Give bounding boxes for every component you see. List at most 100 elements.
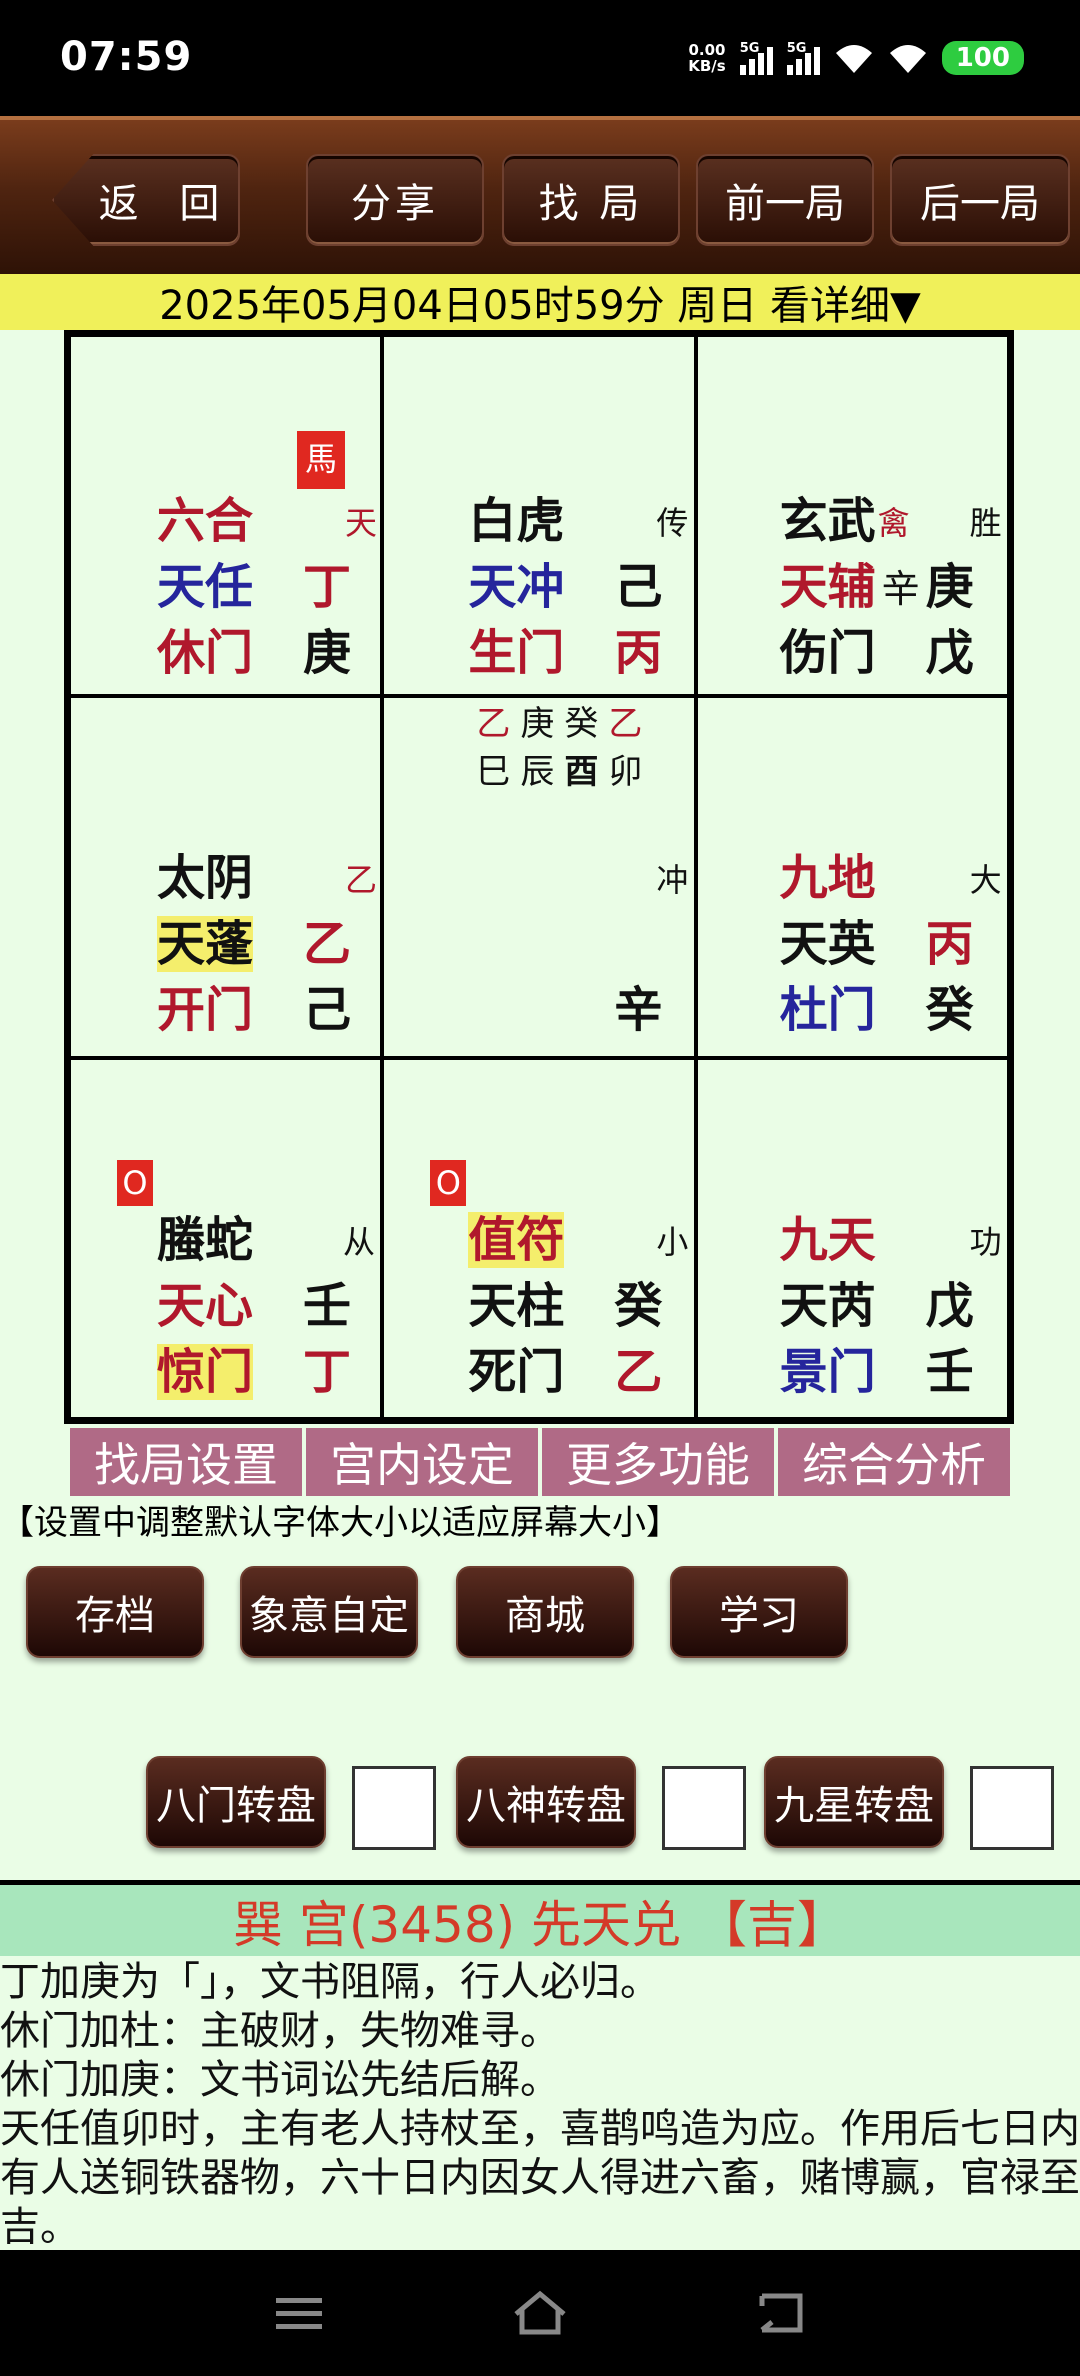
door-rotate-button[interactable]: 八门转盘 [146,1756,326,1848]
god-rotate-button[interactable]: 八神转盘 [456,1756,636,1848]
door: 休门 [157,625,254,681]
center-stems: 乙庚癸乙 巳辰酉卯 [476,704,653,793]
star-stem: 己 [614,559,663,615]
find-button[interactable]: 找 局 [502,154,680,246]
menu-icon[interactable] [272,2294,326,2334]
prev-button[interactable]: 前一局 [696,154,874,246]
door-stem: 庚 [303,625,352,681]
star-stem: 庚 [925,559,974,615]
god-rotate-checkbox[interactable] [662,1766,746,1850]
clock: 07:59 [60,34,193,80]
palace-grid: 馬 六合 天 天任 丁 休门 庚 白虎 传 天冲 己 生门 丙 玄武 禽 胜 天… [64,330,1014,1424]
learn-button[interactable]: 学习 [670,1566,848,1658]
wifi-icon [835,45,872,73]
star: 天柱 [468,1277,565,1334]
archive-button[interactable]: 存档 [26,1566,204,1658]
palace-cell-xun[interactable]: 馬 六合 天 天任 丁 休门 庚 [69,335,383,697]
deity-extra: 禽 [877,504,910,542]
star: 天辅 [779,559,876,615]
next-button[interactable]: 后一局 [890,154,1070,246]
palace-cell-li[interactable]: 白虎 传 天冲 己 生门 丙 [382,335,696,697]
star: 天冲 [468,559,565,615]
door: 开门 [157,982,254,1039]
shop-button[interactable]: 商城 [456,1566,634,1658]
star: 天芮 [779,1277,876,1334]
palace-cell-center[interactable]: 乙庚癸乙 巳辰酉卯 冲 辛 [382,696,696,1058]
deity: 六合 [157,493,254,549]
tab-palace-settings[interactable]: 宫内设定 [306,1428,538,1496]
door: 惊门 [157,1343,254,1400]
status-bar: 07:59 0.00 KB/s 5G 5G 100 [0,0,1080,116]
deity: 玄武 [779,493,876,549]
door-stem: 辛 [614,982,663,1039]
door-stem: 乙 [614,1343,663,1400]
home-icon[interactable] [510,2290,570,2336]
deity: 白虎 [468,493,565,549]
function-tabs: 找局设置 宫内设定 更多功能 综合分析 [70,1428,1010,1496]
result-line: 休门加庚：文书词讼先结后解。 [0,2057,560,2103]
signal-5g-icon: 5G [786,41,820,75]
share-button[interactable]: 分享 [306,154,484,246]
corner-char: 从 [343,1222,376,1261]
star-stem: 壬 [303,1277,352,1334]
tab-analysis[interactable]: 综合分析 [778,1428,1010,1496]
star-stem: 丙 [925,916,974,973]
result-line: 天任值卯时，主有老人持杖至，喜鹊鸣造为应。作用后七日内有人送铜铁器物，六十日内因… [0,2106,1080,2248]
result-text: 丁加庚为「」，文书阻隔，行人必归。 休门加杜：主破财，失物难寻。 休门加庚：文书… [0,1958,1080,2248]
result-title: 巽 宫(3458) 先天兑 【吉】 [0,1880,1080,1956]
top-toolbar: 返 回 分享 找 局 前一局 后一局 [0,116,1080,274]
door-stem: 己 [303,982,352,1039]
door: 景门 [779,1343,876,1400]
door-rotate-checkbox[interactable] [352,1766,436,1850]
palace-cell-zhen[interactable]: 太阴 乙 天蓬 乙 开门 己 [69,696,383,1058]
palace-cell-kan[interactable]: O 值符 小 天柱 癸 死门 乙 [382,1057,696,1419]
status-icons: 0.00 KB/s 5G 5G 100 [688,36,1024,80]
signal-5g-icon: 5G [739,41,773,75]
font-size-tip: 【设置中调整默认字体大小以适应屏幕大小】 [0,1503,680,1543]
door-stem: 丁 [303,1343,352,1400]
custom-meaning-button[interactable]: 象意自定 [240,1566,418,1658]
door-stem: 癸 [925,982,974,1039]
corner-char: 功 [969,1222,1002,1261]
system-nav-bar [0,2250,1080,2376]
corner-char: 传 [656,504,689,542]
deity: 太阴 [157,850,254,907]
star: 天任 [157,559,254,615]
back-button[interactable]: 返 回 [52,154,240,246]
star-stem-small: 辛 [881,567,920,611]
tab-more-functions[interactable]: 更多功能 [542,1428,774,1496]
star: 天英 [779,916,876,973]
star-stem: 癸 [614,1277,663,1334]
door-stem: 丙 [614,625,663,681]
deity: 螣蛇 [157,1211,254,1268]
deity: 九地 [779,850,876,907]
corner-char: 冲 [656,861,689,900]
star-stem: 丁 [303,559,352,615]
palace-cell-gen[interactable]: O 螣蛇 从 天心 壬 惊门 丁 [69,1057,383,1419]
door: 死门 [468,1343,565,1400]
corner-char: 大 [969,861,1002,900]
palace-cell-kun[interactable]: 玄武 禽 胜 天辅 辛 庚 伤门 戊 [695,335,1009,697]
result-line: 休门加杜：主破财，失物难寻。 [0,2008,560,2054]
horse-marker: 馬 [297,431,345,489]
star: 天心 [157,1277,254,1334]
deity: 九天 [779,1211,876,1268]
door: 杜门 [779,982,876,1039]
corner-char: 天 [345,504,378,542]
tab-find-settings[interactable]: 找局设置 [70,1428,302,1496]
corner-char: 小 [656,1222,689,1261]
door: 伤门 [779,625,876,681]
star-rotate-button[interactable]: 九星转盘 [764,1756,944,1848]
deity: 值符 [468,1211,565,1268]
back-icon[interactable] [752,2290,810,2336]
corner-char: 胜 [969,504,1002,542]
wifi-icon [889,45,926,73]
corner-char: 乙 [345,861,378,900]
star-rotate-checkbox[interactable] [970,1766,1054,1850]
palace-cell-dui[interactable]: 九地 大 天英 丙 杜门 癸 [695,696,1009,1058]
network-speed: 0.00 KB/s [688,41,726,75]
star: 天蓬 [157,916,254,973]
date-bar[interactable]: 2025年05月04日05时59分 周日 看详细▼ [0,274,1080,330]
palace-cell-qian[interactable]: 九天 功 天芮 戊 景门 壬 [695,1057,1009,1419]
door-stem: 壬 [925,1343,974,1400]
